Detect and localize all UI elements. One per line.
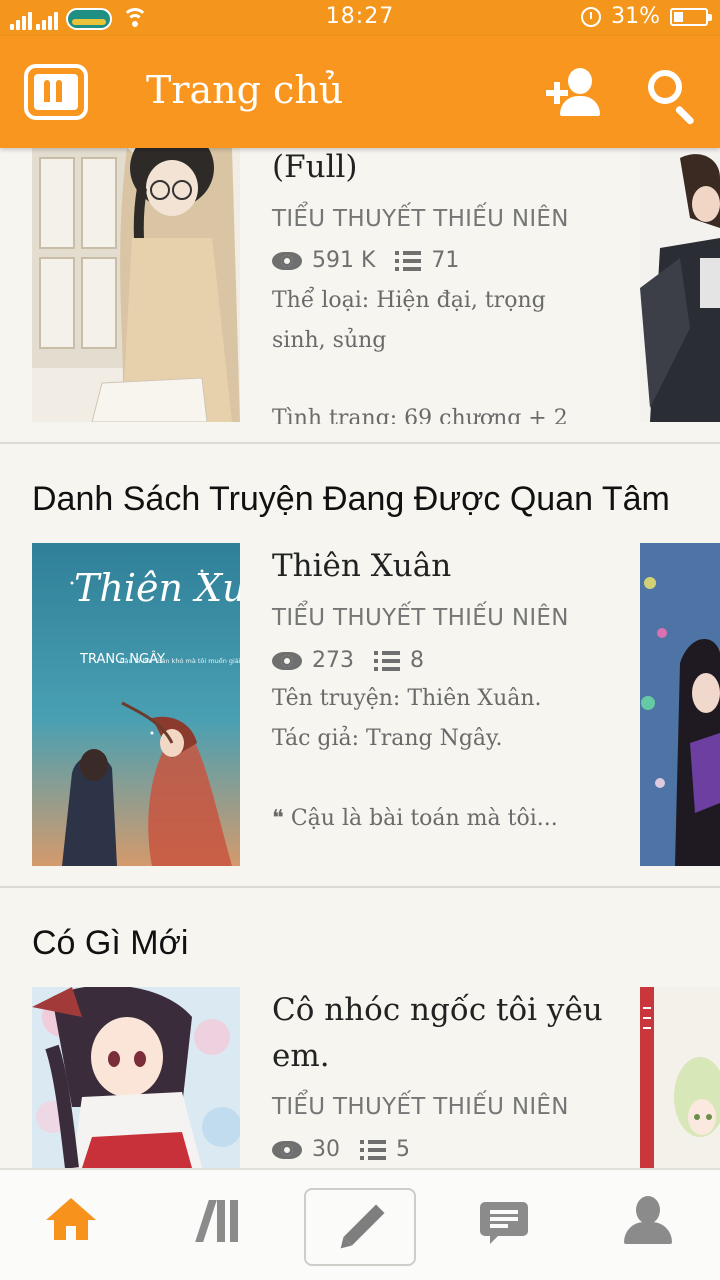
section-heading-trending: Danh Sách Truyện Đang Được Quan Tâm bbox=[32, 480, 670, 518]
add-user-button[interactable] bbox=[542, 66, 602, 122]
wattpad-logo-icon[interactable] bbox=[24, 64, 88, 120]
book-stats: 591 K 71 bbox=[272, 248, 459, 273]
list-icon bbox=[395, 250, 422, 271]
book-description: Tình trạng: 69 chương + 2 bbox=[272, 406, 568, 424]
book-stats: 273 8 bbox=[272, 648, 424, 673]
section-heading-new: Có Gì Mới bbox=[32, 924, 189, 962]
nav-messages-button[interactable] bbox=[450, 1188, 560, 1264]
view-count: 273 bbox=[312, 648, 354, 673]
status-right: 31% bbox=[581, 4, 712, 29]
nav-home-button[interactable] bbox=[16, 1188, 126, 1264]
eye-icon bbox=[272, 651, 302, 670]
chapter-count: 71 bbox=[431, 248, 460, 273]
chapter-count: 5 bbox=[396, 1137, 410, 1162]
book-cover-peek[interactable] bbox=[640, 987, 720, 1168]
list-icon bbox=[360, 1139, 386, 1160]
book-cover-thien-xuan[interactable]: Thiên Xuân TRANG NGÂY Cậu là bài Toán kh… bbox=[32, 543, 240, 866]
book-description: Thể loại: Hiện đại, trọng bbox=[272, 288, 546, 313]
book-cover-peek[interactable] bbox=[640, 148, 720, 422]
cover-title: Thiên Xuân bbox=[74, 566, 240, 610]
book-cover-top[interactable] bbox=[32, 148, 240, 422]
nav-write-button[interactable] bbox=[304, 1188, 416, 1266]
book-description: ❝ Cậu là bài toán mà tôi... bbox=[272, 806, 558, 831]
book-title[interactable]: Cô nhóc ngốc tôi yêu em. bbox=[272, 987, 612, 1079]
home-feed[interactable]: (Full) TIỂU THUYẾT THIẾU NIÊN 591 K 71 T… bbox=[0, 148, 720, 1168]
book-description: Tên truyện: Thiên Xuân. bbox=[272, 686, 542, 711]
book-description: sinh, sủng bbox=[272, 328, 387, 353]
view-count: 591 K bbox=[312, 248, 376, 273]
page-title: Trang chủ bbox=[146, 68, 344, 112]
book-title-line: Cô nhóc ngốc tôi yêu bbox=[272, 992, 603, 1028]
nav-library-button[interactable] bbox=[162, 1188, 272, 1264]
book-description: Tác giả: Trang Ngây. bbox=[272, 726, 503, 751]
eye-icon bbox=[272, 251, 302, 270]
app-bar: Trang chủ bbox=[0, 36, 720, 148]
nav-profile-button[interactable] bbox=[594, 1188, 704, 1264]
bottom-navigation bbox=[0, 1168, 720, 1280]
book-cover-peek[interactable] bbox=[640, 543, 720, 866]
eye-icon bbox=[272, 1140, 302, 1159]
alarm-icon bbox=[581, 6, 602, 27]
book-cover-co-nhoc[interactable] bbox=[32, 987, 240, 1168]
book-stats: 30 5 bbox=[272, 1137, 410, 1162]
battery-percent: 31% bbox=[611, 4, 660, 29]
book-description-clip: Tình trạng: 69 chương + 2 bbox=[272, 406, 612, 424]
chapter-count: 8 bbox=[410, 648, 424, 673]
book-category: TIỂU THUYẾT THIẾU NIÊN bbox=[272, 605, 569, 631]
book-title[interactable]: (Full) bbox=[272, 148, 612, 190]
book-category: TIỂU THUYẾT THIẾU NIÊN bbox=[272, 1094, 569, 1120]
book-title[interactable]: Thiên Xuân bbox=[272, 543, 612, 589]
search-button[interactable] bbox=[644, 66, 698, 126]
view-count: 30 bbox=[312, 1137, 340, 1162]
search-icon bbox=[648, 70, 682, 104]
section-divider bbox=[0, 886, 720, 888]
status-bar: 18:27 31% bbox=[0, 0, 720, 36]
book-title-line: em. bbox=[272, 1038, 330, 1074]
battery-icon bbox=[670, 7, 712, 26]
book-category: TIỂU THUYẾT THIẾU NIÊN bbox=[272, 206, 569, 232]
section-divider bbox=[0, 442, 720, 444]
cover-quote: Cậu là bài Toán khó mà tôi muốn giải, ch… bbox=[120, 657, 240, 665]
list-icon bbox=[374, 650, 400, 671]
